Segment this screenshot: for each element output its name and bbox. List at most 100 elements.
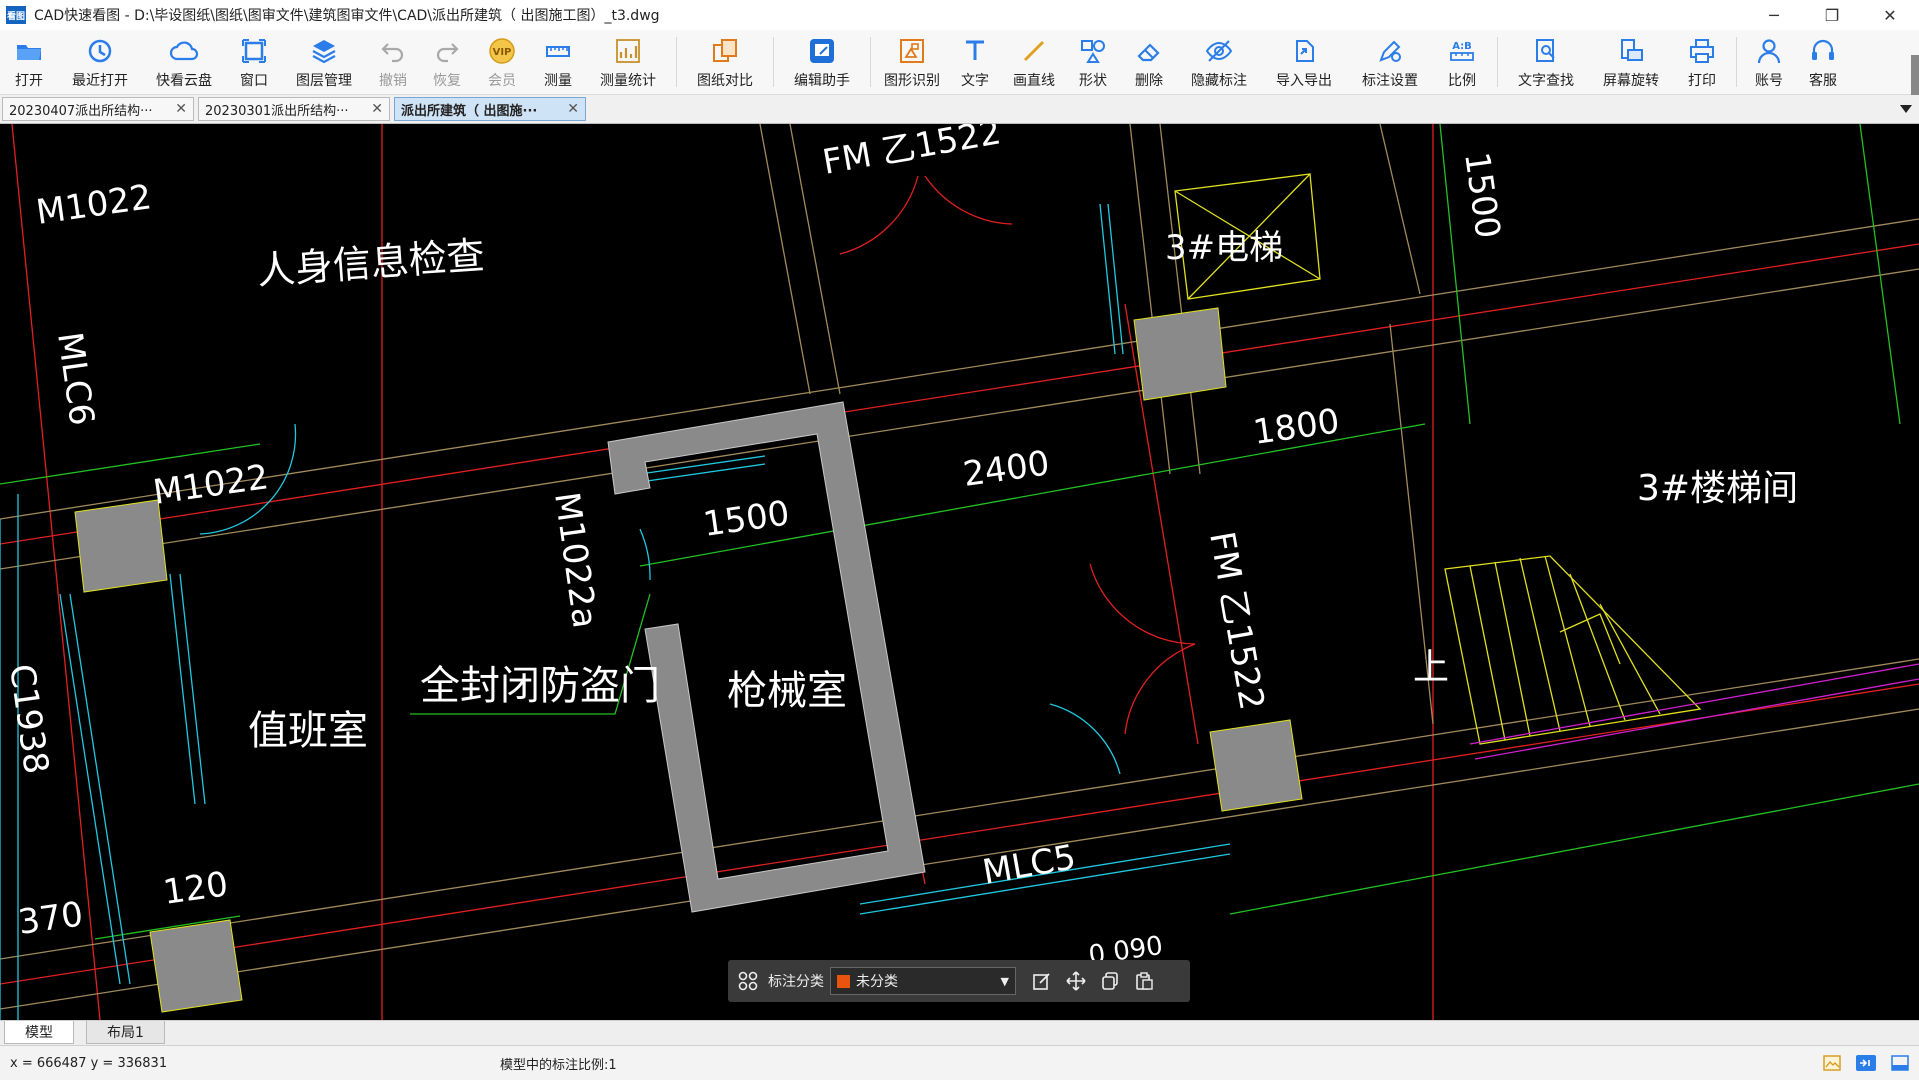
rotate-button[interactable]: 屏幕旋转: [1588, 30, 1674, 94]
vip-icon: VIP: [489, 38, 515, 64]
status-icons: [1809, 1052, 1911, 1074]
eraser-icon: [1137, 43, 1160, 62]
tab-overflow-icon[interactable]: [1899, 103, 1913, 115]
move-icon[interactable]: [1062, 967, 1090, 995]
close-tab-icon[interactable]: ✕: [365, 101, 383, 117]
user-icon: [1757, 39, 1781, 64]
eye-off-icon: [1205, 40, 1233, 62]
window-label: C1938: [1, 662, 56, 777]
account-button[interactable]: 账号: [1743, 30, 1795, 94]
stair-outline: [1444, 555, 1702, 745]
window-line: [1099, 203, 1124, 355]
image-icon[interactable]: [1821, 1052, 1843, 1074]
import-export-button[interactable]: 导入导出: [1261, 30, 1347, 94]
toolbar-separator: [1497, 37, 1498, 87]
layers-button[interactable]: 图层管理: [282, 30, 366, 94]
close-button[interactable]: ✕: [1861, 0, 1919, 30]
hide-marks-button[interactable]: 隐藏标注: [1177, 30, 1261, 94]
line-button[interactable]: 画直线: [1003, 30, 1065, 94]
clock-history-icon: [88, 39, 112, 63]
folder-icon: [17, 45, 41, 60]
door-swing-arc: [639, 528, 651, 581]
tab-model[interactable]: 模型: [4, 1021, 74, 1044]
dimension-label: 1500: [701, 493, 792, 545]
document-tab-bar: 20230407派出所结构··· ✕ 20230301派出所结构··· ✕ 派出…: [0, 95, 1919, 124]
close-tab-icon[interactable]: ✕: [169, 101, 187, 117]
panel-toggle-icon[interactable]: [1889, 1052, 1911, 1074]
category-value: 未分类: [856, 974, 898, 990]
cad-drawing-canvas[interactable]: M1022 M1022 M1022a MLC6 C1938 MLC5 FM 乙1…: [0, 124, 1919, 1020]
vip-button[interactable]: VIP 会员: [474, 30, 530, 94]
grid-apps-icon[interactable]: [734, 967, 762, 995]
window-title: CAD快速看图 - D:\毕设图纸\图纸\图审文件\建筑图审文件\CAD\派出所…: [34, 8, 660, 24]
shape-recognize-button[interactable]: 图形识别: [877, 30, 947, 94]
copy-icon[interactable]: [1096, 967, 1124, 995]
edit-icon[interactable]: [1028, 967, 1056, 995]
dimension-label: 2400: [961, 443, 1052, 495]
text-button[interactable]: 文字: [947, 30, 1003, 94]
paste-icon[interactable]: [1130, 967, 1158, 995]
dimension-label: 1800: [1251, 401, 1342, 453]
text-icon: [966, 40, 984, 60]
document-tab[interactable]: 20230407派出所结构··· ✕: [2, 97, 194, 121]
title-bar: 看图 CAD快速看图 - D:\毕设图纸\图纸\图审文件\建筑图审文件\CAD\…: [0, 0, 1919, 31]
measure-stats-button[interactable]: 测量统计: [586, 30, 670, 94]
edit-helper-button[interactable]: 编辑助手: [780, 30, 864, 94]
annotation-category-bar: 标注分类 未分类 ▼: [728, 960, 1190, 1002]
snap-toggle-icon[interactable]: [1855, 1052, 1877, 1074]
ruler-icon: [546, 46, 570, 57]
close-tab-icon[interactable]: ✕: [561, 101, 579, 117]
compare-button[interactable]: 图纸对比: [683, 30, 767, 94]
window-frame-icon: [242, 39, 266, 63]
structural-column: [149, 919, 243, 1013]
annotation-category-select[interactable]: 未分类 ▼: [830, 967, 1016, 995]
measure-button[interactable]: 测量: [530, 30, 586, 94]
chevron-down-icon: ▼: [1000, 974, 1009, 988]
text-search-button[interactable]: 文字查找: [1504, 30, 1588, 94]
undo-button[interactable]: 撤销: [366, 30, 420, 94]
document-tab[interactable]: 20230301派出所结构··· ✕: [198, 97, 390, 121]
service-button[interactable]: 客服: [1795, 30, 1851, 94]
layout-tab-bar: 模型 布局1: [0, 1020, 1919, 1045]
svg-text:A:B: A:B: [1452, 41, 1472, 52]
redo-button[interactable]: 恢复: [420, 30, 474, 94]
open-button[interactable]: 打开: [0, 30, 58, 94]
recent-button[interactable]: 最近打开: [58, 30, 142, 94]
mark-settings-button[interactable]: 标注设置: [1347, 30, 1433, 94]
wall-line: [1379, 124, 1434, 725]
delete-button[interactable]: 删除: [1121, 30, 1177, 94]
dimension-label: 1500: [1456, 150, 1508, 241]
door-swing-arc: [1124, 643, 1196, 735]
room-label: 人身信息检查: [256, 233, 487, 293]
window-line: [169, 573, 206, 805]
pen-gear-icon: [1379, 40, 1401, 62]
toolbar-separator: [773, 37, 774, 87]
stair-tread: [1469, 555, 1661, 741]
redo-icon: [436, 43, 459, 63]
scale-button[interactable]: A:B 比例: [1433, 30, 1491, 94]
cloud-button[interactable]: 快看云盘: [142, 30, 226, 94]
room-label: 3#楼梯间: [1637, 468, 1798, 509]
svg-text:VIP: VIP: [493, 47, 512, 58]
structural-column: [1209, 719, 1303, 812]
door-label: FM 乙1522: [820, 124, 1004, 183]
cad-drawing[interactable]: M1022 M1022 M1022a MLC6 C1938 MLC5 FM 乙1…: [0, 124, 1919, 1020]
window-button[interactable]: 窗口: [226, 30, 282, 94]
door-label: M1022a: [546, 490, 605, 631]
category-color-swatch: [837, 974, 850, 988]
minimize-button[interactable]: ─: [1745, 0, 1803, 30]
annotation-scale-note: 模型中的标注比例:1: [500, 1057, 617, 1073]
cloud-icon: [169, 41, 199, 61]
room-label: 3#电梯: [1165, 228, 1283, 268]
document-tab-active[interactable]: 派出所建筑（ 出图施··· ✕: [394, 97, 586, 121]
shape-button[interactable]: 形状: [1065, 30, 1121, 94]
dimension-label: 120: [161, 864, 231, 913]
layers-icon: [312, 40, 336, 64]
undo-icon: [381, 43, 404, 63]
print-button[interactable]: 打印: [1674, 30, 1730, 94]
toolbar-separator: [676, 37, 677, 87]
gun-room-wall: [607, 401, 926, 913]
document-search-icon: [1536, 39, 1555, 62]
tab-layout1[interactable]: 布局1: [86, 1021, 165, 1044]
maximize-button[interactable]: ❐: [1803, 0, 1861, 30]
